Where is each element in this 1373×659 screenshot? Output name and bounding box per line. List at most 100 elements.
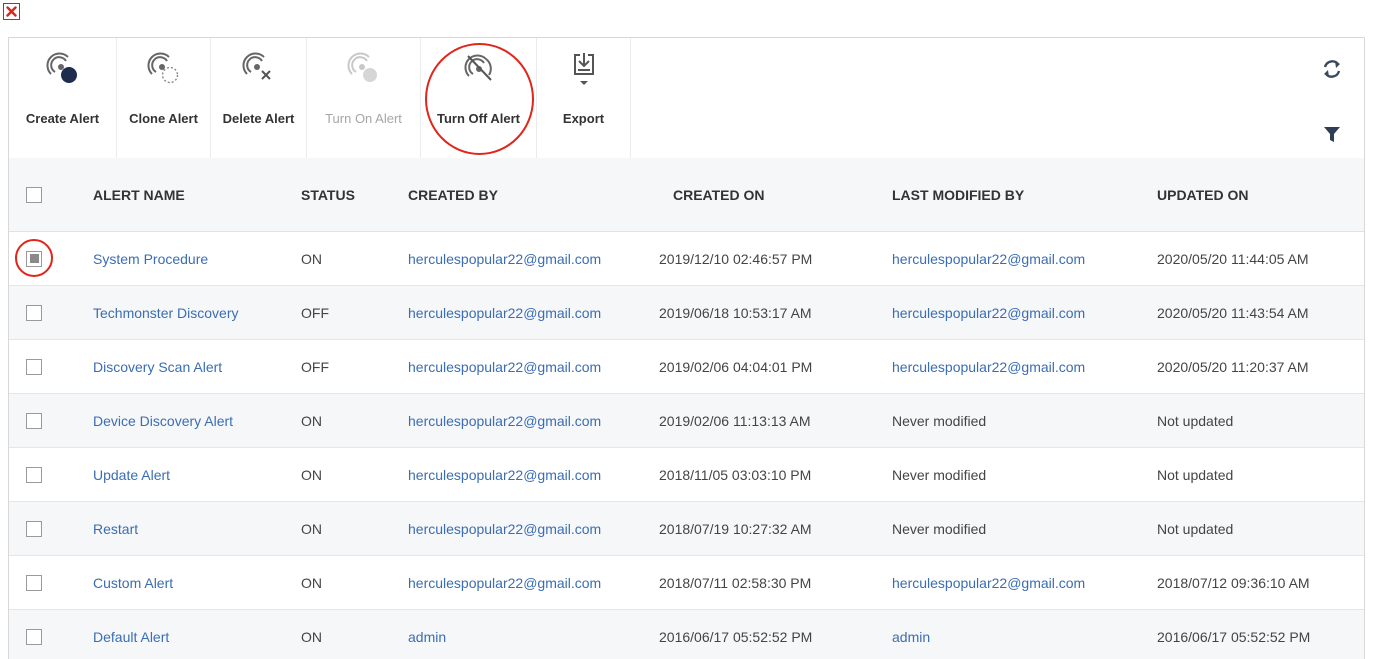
clone-alert-icon bbox=[147, 52, 178, 84]
filter-icon bbox=[1324, 127, 1340, 142]
created-on-value: 2019/02/06 11:13:13 AM bbox=[659, 412, 811, 429]
created-by-link[interactable]: herculespopular22@gmail.com bbox=[408, 286, 601, 339]
table-row[interactable]: Custom Alert ON herculespopular22@gmail.co… bbox=[9, 556, 1364, 610]
alerts-table: ALERT NAME STATUS CREATED BY CREATED ON … bbox=[9, 158, 1364, 659]
created-on-value: 2018/11/05 03:03:10 PM bbox=[659, 466, 812, 483]
last-modified-by-link[interactable]: herculespopular22@gmail.com bbox=[892, 286, 1085, 339]
delete-alert-icon bbox=[242, 52, 271, 80]
filter-button[interactable] bbox=[1323, 125, 1341, 148]
created-by-link[interactable]: herculespopular22@gmail.com bbox=[408, 394, 601, 447]
last-modified-by-link[interactable]: herculespopular22@gmail.com bbox=[892, 232, 1085, 285]
updated-on-value: 2018/07/12 09:36:10 AM bbox=[1157, 574, 1310, 591]
status-value: ON bbox=[301, 250, 322, 267]
table-row[interactable]: Device Discovery Alert ON herculespopular2… bbox=[9, 394, 1364, 448]
created-on-value: 2019/12/10 02:46:57 PM bbox=[659, 250, 813, 267]
column-header-created-by[interactable]: CREATED BY bbox=[408, 158, 498, 231]
close-x-icon bbox=[6, 6, 17, 17]
table-row[interactable]: Discovery Scan Alert OFF herculespopular22… bbox=[9, 340, 1364, 394]
created-on-value: 2019/02/06 04:04:01 PM bbox=[659, 358, 813, 375]
clone-alert-button[interactable]: Clone Alert bbox=[117, 38, 211, 158]
row-checkbox[interactable] bbox=[26, 466, 42, 483]
export-button[interactable]: Export bbox=[537, 38, 631, 158]
last-modified-by-link[interactable]: herculespopular22@gmail.com bbox=[892, 340, 1085, 393]
table-row[interactable]: System Procedure ON herculespopular22@gmai… bbox=[9, 232, 1364, 286]
created-on-value: 2016/06/17 05:52:52 PM bbox=[659, 628, 813, 645]
table-row[interactable]: Techmonster Discovery OFF herculespopular2… bbox=[9, 286, 1364, 340]
clone-alert-label: Clone Alert bbox=[129, 111, 198, 126]
created-by-link[interactable]: herculespopular22@gmail.com bbox=[408, 556, 601, 609]
toolbar: Create Alert Clone Alert Delete Alert Tu… bbox=[9, 38, 1364, 158]
delete-alert-button[interactable]: Delete Alert bbox=[211, 38, 307, 158]
column-header-updated-on[interactable]: UPDATED ON bbox=[1157, 158, 1249, 231]
status-value: ON bbox=[301, 520, 322, 537]
export-label: Export bbox=[562, 111, 605, 126]
turn-on-alert-button[interactable]: Turn On Alert bbox=[307, 38, 421, 158]
create-alert-button[interactable]: Create Alert bbox=[9, 38, 117, 158]
create-alert-label: Create Alert bbox=[25, 111, 100, 126]
row-checkbox[interactable] bbox=[26, 358, 42, 375]
create-alert-icon bbox=[46, 52, 77, 83]
created-by-link[interactable]: admin bbox=[408, 610, 446, 659]
status-value: ON bbox=[301, 466, 322, 483]
column-header-last-modified-by[interactable]: LAST MODIFIED BY bbox=[892, 158, 1024, 231]
status-value: ON bbox=[301, 628, 322, 645]
alert-name-link[interactable]: Custom Alert bbox=[93, 556, 173, 609]
created-by-link[interactable]: herculespopular22@gmail.com bbox=[408, 340, 601, 393]
turn-off-alert-label: Turn Off Alert bbox=[436, 111, 521, 126]
column-header-status[interactable]: STATUS bbox=[301, 158, 355, 231]
row-checkbox[interactable] bbox=[26, 412, 42, 429]
turn-off-alert-button[interactable]: Turn Off Alert bbox=[421, 38, 537, 158]
alert-name-link[interactable]: Techmonster Discovery bbox=[93, 286, 239, 339]
row-checkbox[interactable] bbox=[26, 304, 42, 321]
chevron-down-icon bbox=[579, 81, 588, 85]
table-row[interactable]: Update Alert ON herculespopular22@gmail.co… bbox=[9, 448, 1364, 502]
turn-on-alert-icon bbox=[347, 52, 377, 82]
updated-on-value: 2016/06/17 05:52:52 PM bbox=[1157, 628, 1311, 645]
updated-on-value: Not updated bbox=[1157, 412, 1234, 429]
turn-off-alert-icon bbox=[464, 54, 492, 81]
last-modified-by-link[interactable]: admin bbox=[892, 610, 930, 659]
refresh-icon bbox=[1323, 60, 1341, 78]
delete-alert-label: Delete Alert bbox=[222, 111, 295, 126]
column-header-created-on[interactable]: CREATED ON bbox=[673, 158, 765, 231]
created-on-value: 2018/07/11 02:58:30 PM bbox=[659, 574, 812, 591]
last-modified-by-value: Never modified bbox=[892, 520, 987, 537]
updated-on-value: 2020/05/20 11:44:05 AM bbox=[1157, 250, 1309, 267]
refresh-button[interactable] bbox=[1321, 58, 1343, 85]
select-all-checkbox[interactable] bbox=[26, 186, 42, 203]
updated-on-value: 2020/05/20 11:43:54 AM bbox=[1157, 304, 1309, 321]
status-value: ON bbox=[301, 412, 322, 429]
created-by-link[interactable]: herculespopular22@gmail.com bbox=[408, 232, 601, 285]
created-by-link[interactable]: herculespopular22@gmail.com bbox=[408, 502, 601, 555]
last-modified-by-link[interactable]: herculespopular22@gmail.com bbox=[892, 556, 1085, 609]
alert-name-link[interactable]: Default Alert bbox=[93, 610, 169, 659]
export-icon bbox=[573, 53, 594, 85]
alert-name-link[interactable]: Update Alert bbox=[93, 448, 170, 501]
row-checkbox[interactable] bbox=[26, 250, 42, 267]
status-value: OFF bbox=[301, 304, 329, 321]
status-value: ON bbox=[301, 574, 322, 591]
checkbox-mark bbox=[29, 254, 39, 263]
table-row[interactable]: Default Alert ON admin 2016/06/17 05:52:52 … bbox=[9, 610, 1364, 659]
alert-name-link[interactable]: Device Discovery Alert bbox=[93, 394, 233, 447]
row-checkbox[interactable] bbox=[26, 574, 42, 591]
close-button[interactable] bbox=[3, 3, 20, 20]
created-on-value: 2018/07/19 10:27:32 AM bbox=[659, 520, 812, 537]
alerts-panel: Create Alert Clone Alert Delete Alert Tu… bbox=[8, 37, 1365, 659]
updated-on-value: Not updated bbox=[1157, 520, 1234, 537]
last-modified-by-value: Never modified bbox=[892, 466, 987, 483]
alert-name-link[interactable]: Discovery Scan Alert bbox=[93, 340, 222, 393]
row-checkbox[interactable] bbox=[26, 628, 42, 645]
alert-name-link[interactable]: System Procedure bbox=[93, 232, 208, 285]
created-on-value: 2019/06/18 10:53:17 AM bbox=[659, 304, 812, 321]
table-row[interactable]: Restart ON herculespopular22@gmail.com 2018… bbox=[9, 502, 1364, 556]
row-checkbox[interactable] bbox=[26, 520, 42, 537]
updated-on-value: 2020/05/20 11:20:37 AM bbox=[1157, 358, 1309, 375]
created-by-link[interactable]: herculespopular22@gmail.com bbox=[408, 448, 601, 501]
last-modified-by-value: Never modified bbox=[892, 412, 987, 429]
turn-on-alert-label: Turn On Alert bbox=[325, 111, 402, 126]
table-header-row: ALERT NAME STATUS CREATED BY CREATED ON … bbox=[9, 158, 1364, 232]
updated-on-value: Not updated bbox=[1157, 466, 1234, 483]
alert-name-link[interactable]: Restart bbox=[93, 502, 138, 555]
column-header-alert-name[interactable]: ALERT NAME bbox=[93, 158, 185, 231]
